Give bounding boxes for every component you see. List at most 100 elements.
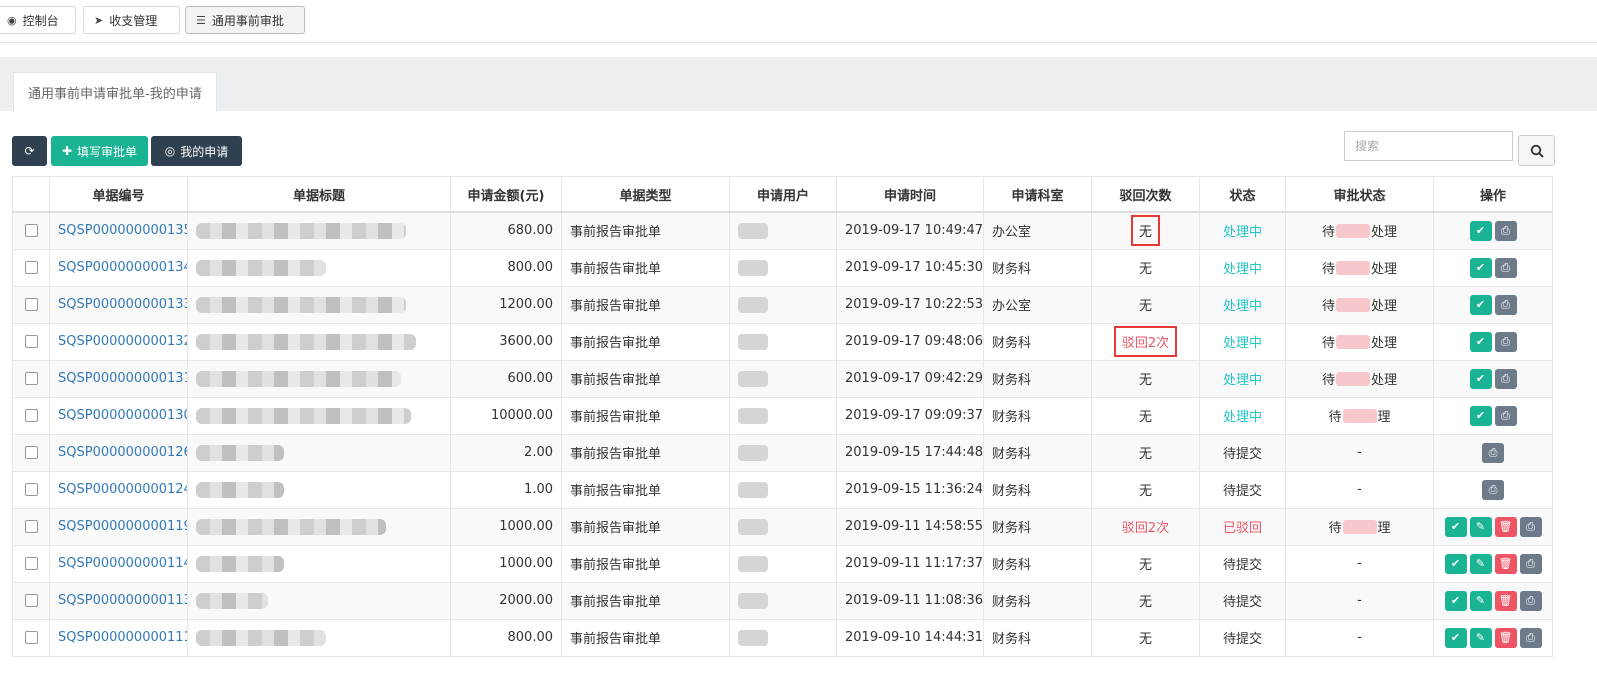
amount-cell: 800.00: [450, 248, 562, 287]
confirm-button[interactable]: ✔: [1469, 220, 1492, 241]
delete-button[interactable]: 🗑: [1494, 627, 1517, 648]
doc-title-cell: [187, 396, 451, 435]
edit-icon: ✎: [1475, 557, 1486, 570]
doc-id-link[interactable]: SQSP000000000134: [58, 260, 187, 275]
row-checkbox[interactable]: [24, 483, 38, 496]
print-button[interactable]: ⎙: [1494, 405, 1517, 426]
doc-id-link[interactable]: SQSP000000000124: [58, 482, 187, 497]
edit-button[interactable]: ✎: [1469, 516, 1492, 537]
doc-id-link[interactable]: SQSP000000000114: [58, 556, 187, 571]
reject-count-cell: 无: [1091, 433, 1200, 472]
redacted-user: [738, 259, 768, 276]
reject-count-cell: 无: [1091, 581, 1200, 620]
edit-button[interactable]: ✎: [1469, 553, 1492, 574]
search-button[interactable]: [1518, 135, 1555, 166]
doc-id-link[interactable]: SQSP000000000126: [58, 445, 187, 460]
row-actions: ✔ ⎙: [1442, 331, 1544, 352]
doc-id-cell: SQSP000000000130: [49, 396, 188, 435]
edit-button[interactable]: ✎: [1469, 627, 1492, 648]
confirm-button[interactable]: ✔: [1444, 553, 1467, 574]
user-cell: [729, 248, 837, 287]
row-actions: ✔ ⎙: [1442, 405, 1544, 426]
top-tab-finance[interactable]: ➤ 收支管理: [83, 6, 180, 34]
confirm-button[interactable]: ✔: [1469, 331, 1492, 352]
row-checkbox[interactable]: [24, 261, 38, 274]
edit-icon: ✎: [1475, 520, 1486, 533]
edit-button[interactable]: ✎: [1469, 590, 1492, 611]
doc-id-link[interactable]: SQSP000000000111: [58, 630, 187, 645]
doc-id-link[interactable]: SQSP000000000119: [58, 519, 187, 534]
print-button[interactable]: ⎙: [1519, 516, 1542, 537]
row-checkbox[interactable]: [24, 631, 38, 644]
doc-id-link[interactable]: SQSP000000000135: [58, 223, 187, 238]
doc-id-cell: SQSP000000000126: [49, 433, 188, 472]
time-cell: 2019-09-17 09:48:06: [836, 322, 984, 361]
page-tab-band: [0, 57, 1597, 111]
approval-status-cell: 待 处理: [1285, 285, 1434, 324]
row-checkbox[interactable]: [24, 594, 38, 607]
amount-cell: 800.00: [450, 618, 562, 657]
my-applications-button[interactable]: ◎ 我的申请: [151, 136, 242, 166]
top-tab-dashboard[interactable]: ◉ 控制台: [0, 6, 76, 34]
confirm-button[interactable]: ✔: [1444, 516, 1467, 537]
row-checkbox[interactable]: [24, 557, 38, 570]
confirm-button[interactable]: ✔: [1469, 257, 1492, 278]
print-button[interactable]: ⎙: [1519, 590, 1542, 611]
status-text: 已驳回: [1222, 521, 1262, 536]
table-row: SQSP000000000119 1000.00 事前报告审批单 2019-09-11…: [12, 507, 1553, 546]
table-row: SQSP000000000114 1000.00 事前报告审批单 2019-09-11…: [12, 544, 1553, 583]
print-button[interactable]: ⎙: [1519, 553, 1542, 574]
print-button[interactable]: ⎙: [1519, 627, 1542, 648]
doc-id-link[interactable]: SQSP000000000132: [58, 334, 187, 349]
print-button[interactable]: ⎙: [1494, 294, 1517, 315]
delete-button[interactable]: 🗑: [1494, 516, 1517, 537]
print-button[interactable]: ⎙: [1494, 257, 1517, 278]
row-checkbox[interactable]: [24, 409, 38, 422]
dept-cell: 财务科: [983, 359, 1092, 398]
row-checkbox[interactable]: [24, 335, 38, 348]
print-icon: ⎙: [1526, 556, 1535, 570]
doc-title-cell: [187, 211, 451, 250]
doc-id-link[interactable]: SQSP000000000113: [58, 593, 187, 608]
refresh-button[interactable]: ⟳: [12, 136, 47, 166]
confirm-button[interactable]: ✔: [1444, 627, 1467, 648]
status-cell: 待提交: [1199, 581, 1286, 620]
delete-icon: 🗑: [1498, 520, 1513, 533]
print-button[interactable]: ⎙: [1482, 479, 1504, 500]
doc-title-cell: [187, 581, 451, 620]
print-button[interactable]: ⎙: [1494, 220, 1517, 241]
delete-button[interactable]: 🗑: [1494, 553, 1517, 574]
doc-id-link[interactable]: SQSP000000000130: [58, 408, 187, 423]
header-cell: 申请金额(元): [450, 176, 562, 213]
print-button[interactable]: ⎙: [1494, 368, 1517, 389]
row-checkbox[interactable]: [24, 446, 38, 459]
table-row: SQSP000000000131 600.00 事前报告审批单 2019-09-17 …: [12, 359, 1553, 398]
delete-button[interactable]: 🗑: [1494, 590, 1517, 611]
row-checkbox[interactable]: [24, 372, 38, 385]
top-tab-approval[interactable]: ☰ 通用事前审批: [185, 6, 305, 34]
status-text: 处理中: [1222, 299, 1262, 314]
row-checkbox[interactable]: [24, 298, 38, 311]
approval-status-suffix: 处理: [1371, 373, 1398, 388]
confirm-button[interactable]: ✔: [1469, 368, 1492, 389]
row-checkbox[interactable]: [24, 520, 38, 533]
fill-form-button[interactable]: ✚ 填写审批单: [51, 136, 148, 166]
doc-type-cell: 事前报告审批单: [561, 285, 730, 324]
delete-icon: 🗑: [1498, 631, 1513, 644]
doc-type-cell: 事前报告审批单: [561, 507, 730, 546]
search-input[interactable]: [1344, 131, 1513, 161]
confirm-button[interactable]: ✔: [1469, 405, 1492, 426]
redacted-approver: [1336, 260, 1370, 275]
print-button[interactable]: ⎙: [1482, 442, 1504, 463]
doc-id-link[interactable]: SQSP000000000133: [58, 297, 187, 312]
status-cell: 处理中: [1199, 211, 1286, 250]
reject-count-cell: 无: [1091, 359, 1200, 398]
row-checkbox[interactable]: [24, 224, 38, 238]
doc-id-link[interactable]: SQSP000000000131: [58, 371, 187, 386]
confirm-button[interactable]: ✔: [1469, 294, 1492, 315]
reject-count-cell: 无: [1091, 544, 1200, 583]
print-button[interactable]: ⎙: [1494, 331, 1517, 352]
approval-status: 待 处理: [1322, 369, 1397, 388]
page-tab-my-applications[interactable]: 通用事前申请审批单-我的申请: [13, 72, 217, 112]
confirm-button[interactable]: ✔: [1444, 590, 1467, 611]
